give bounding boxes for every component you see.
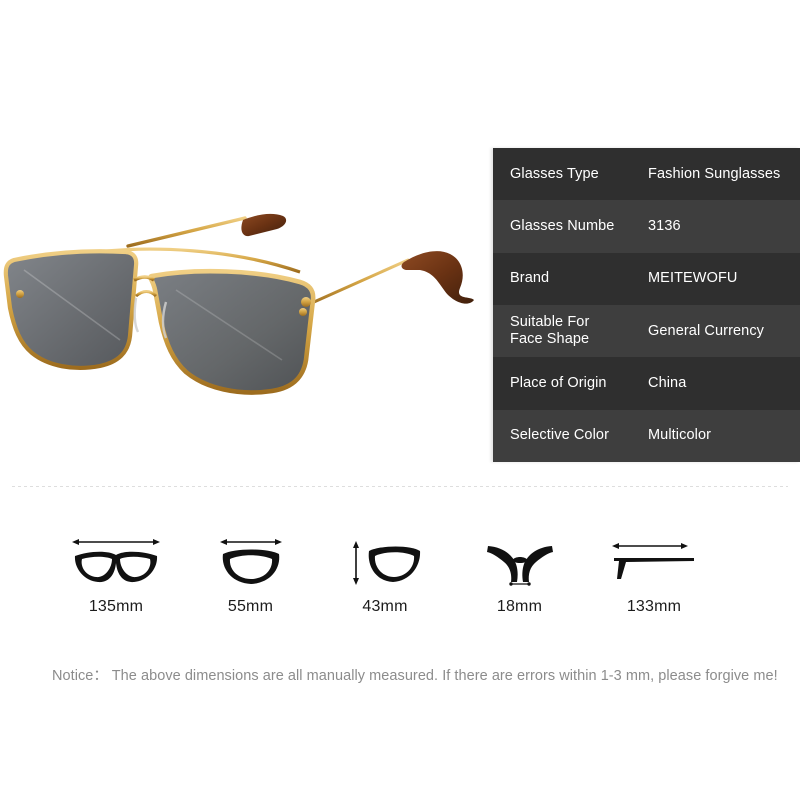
product-image	[0, 190, 495, 420]
table-row: Brand MEITEWOFU	[493, 252, 800, 305]
table-row: Place of Origin China	[493, 357, 800, 410]
dimension-item: 55mm	[190, 532, 312, 616]
dimension-label: 135mm	[88, 598, 144, 615]
lens-height-icon	[347, 532, 423, 594]
dimension-item: 43mm	[324, 532, 446, 616]
specification-table: Glasses Type Fashion Sunglasses Glasses …	[493, 148, 800, 462]
spec-value: China	[648, 374, 687, 391]
spec-value: 3136	[648, 217, 681, 234]
table-row: Suitable For Face Shape General Currency	[493, 304, 800, 358]
spec-label: Selective Color	[510, 427, 610, 444]
temple-length-icon	[604, 532, 704, 594]
spec-value: General Currency	[648, 322, 765, 339]
spec-value: MEITEWOFU	[648, 270, 738, 287]
spec-value: Fashion Sunglasses	[648, 165, 781, 182]
dimension-label: 133mm	[626, 598, 682, 615]
notice-text: Notice： The above dimensions are all man…	[52, 668, 778, 684]
frame-width-icon	[68, 532, 164, 594]
table-row: Glasses Type Fashion Sunglasses	[493, 148, 800, 201]
bridge-width-icon	[482, 532, 558, 594]
dimension-item: 135mm	[55, 532, 177, 616]
spec-label: Glasses Type	[510, 165, 599, 182]
spec-label: Glasses Numbe	[510, 217, 615, 234]
product-detail-page: Glasses Type Fashion Sunglasses Glasses …	[0, 0, 800, 800]
dimension-item: 133mm	[593, 532, 715, 616]
spec-label: Suitable For Face Shape	[510, 314, 590, 348]
dimensions-strip: 135mm 55mm 43mm 18mm 133mm	[55, 532, 715, 632]
spec-value: Multicolor	[648, 427, 712, 444]
dimension-label: 55mm	[227, 598, 274, 615]
dimension-label: 18mm	[496, 598, 543, 615]
table-row: Glasses Numbe 3136	[493, 200, 800, 253]
spec-label: Brand	[510, 270, 550, 287]
spec-label: Place of Origin	[510, 374, 607, 391]
dashed-divider	[12, 486, 788, 487]
dimension-item: 18mm	[459, 532, 581, 616]
lens-width-icon	[215, 532, 287, 594]
dimension-label: 43mm	[362, 598, 408, 615]
table-row: Selective Color Multicolor	[493, 409, 800, 462]
